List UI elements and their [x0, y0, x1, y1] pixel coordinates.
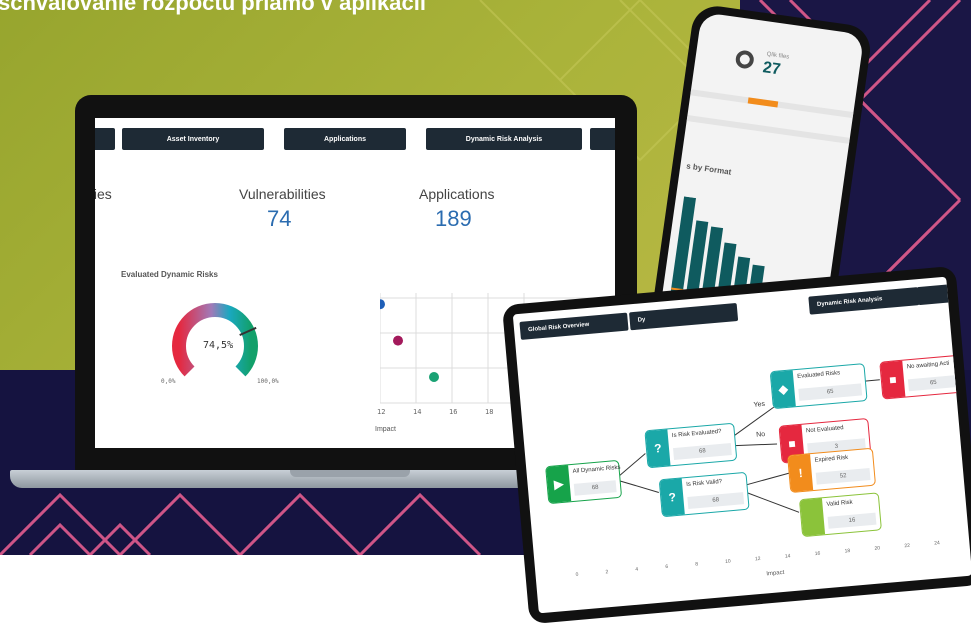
node-expired-risk[interactable]: ! Expired Risk 52 [788, 448, 875, 492]
diamond-icon: ◆ [770, 370, 796, 409]
phone-chart-title: s by Format [685, 161, 732, 177]
node-label: Is Risk Valid? [686, 478, 723, 489]
tablet-tick-6: 6 [665, 563, 669, 571]
alert-icon: ! [788, 454, 814, 492]
scatter-tick-18: 18 [485, 408, 494, 416]
tablet-tick-8: 8 [694, 561, 699, 568]
node-is-risk-evaluated[interactable]: ? Is Risk Evaluated? 68 [645, 423, 737, 468]
scatter-tick-14: 14 [413, 408, 422, 416]
tablet-tick-0: 0 [575, 571, 579, 579]
gauge-min: 0,0% [161, 378, 176, 385]
question-icon: ? [659, 478, 685, 517]
tablet-tick-18: 18 [844, 548, 851, 555]
scatter-tick-12: 12 [377, 408, 386, 416]
tab-asset-inventory[interactable]: Asset Inventory [122, 128, 264, 150]
node-count: 65 [798, 383, 863, 401]
phone-divider-2 [686, 115, 850, 144]
node-count: 52 [815, 468, 871, 485]
tablet-tick-14: 14 [784, 553, 791, 560]
node-label: Not Evaluated [805, 425, 844, 435]
tablet-tick-12: 12 [754, 555, 761, 563]
scatter-tick-16: 16 [449, 408, 458, 416]
kpi-label-vulnerabilities: Vulnerabilities [239, 186, 326, 202]
tablet-tick-20: 20 [874, 545, 881, 552]
kpi-value-applications: 189 [435, 206, 472, 231]
node-label: Evaluated Risks [797, 370, 841, 380]
node-count: 68 [573, 480, 617, 496]
tablet-tick-4: 4 [635, 566, 639, 573]
tablet-tick-10: 10 [724, 558, 731, 565]
tab-partial-right[interactable] [590, 128, 615, 150]
tab-dynamic-risk-analysis[interactable]: Dynamic Risk Analysis [426, 128, 582, 150]
scatter-point-1[interactable] [393, 335, 403, 346]
play-icon: ▶ [546, 465, 572, 504]
node-count: 68 [687, 492, 745, 509]
scatter-point-0[interactable] [380, 299, 385, 310]
gauge-max: 100,0% [257, 378, 279, 385]
node-is-risk-valid[interactable]: ? Is Risk Valid? 68 [659, 472, 749, 517]
node-label: Expired Risk [814, 454, 849, 464]
background-white-strip [0, 555, 560, 605]
tablet-tick-22: 22 [904, 542, 911, 550]
node-label: Is Risk Evaluated? [671, 428, 722, 440]
node-valid-risk[interactable]: Valid Risk 16 [800, 493, 881, 537]
node-label: Valid Risk [826, 499, 853, 508]
gauge-value: 74,5% [203, 340, 234, 351]
tablet-tick-16: 16 [814, 550, 821, 558]
phone-kpi-value: 27 [761, 59, 782, 79]
qlik-logo-icon [734, 49, 755, 70]
node-count: 65 [907, 374, 959, 392]
stop-icon: ■ [880, 360, 906, 399]
question-icon: ? [645, 429, 671, 468]
tab-applications[interactable]: Applications [284, 128, 406, 150]
node-no-awaiting-action[interactable]: ■ No awaiting Acti 65 [880, 355, 964, 399]
tablet-tick-2: 2 [605, 569, 609, 576]
laptop-notch [290, 470, 410, 477]
kpi-value-vulnerabilities: 74 [267, 206, 292, 231]
node-count: 16 [827, 512, 877, 529]
node-label: No awaiting Acti [906, 360, 950, 371]
scatter-xlabel: Impact [375, 426, 397, 433]
banner-title: schvalovanie rozpočtu priamo v aplikácii [0, 0, 426, 15]
edge-label-no: No [755, 431, 766, 439]
tab-partial[interactable] [95, 128, 115, 150]
node-all-dynamic-risks[interactable]: ▶ All Dynamic Risks 68 [546, 460, 622, 504]
tablet-screen: Global Risk Overview Dy Dynamic Risk Ana… [512, 276, 971, 614]
gauge-title: Evaluated Dynamic Risks [121, 270, 218, 279]
phone-progress-indicator [747, 97, 779, 108]
node-label: All Dynamic Risks [572, 464, 621, 475]
kpi-label-partial: ties [95, 186, 112, 202]
tablet-device: Global Risk Overview Dy Dynamic Risk Ana… [501, 265, 971, 624]
scatter-point-2[interactable] [429, 372, 439, 382]
edge-label-yes: Yes [753, 400, 766, 409]
node-count: 68 [673, 443, 732, 461]
check-icon [800, 498, 826, 537]
tablet-tick-24: 24 [934, 540, 941, 547]
kpi-label-applications: Applications [419, 186, 495, 202]
